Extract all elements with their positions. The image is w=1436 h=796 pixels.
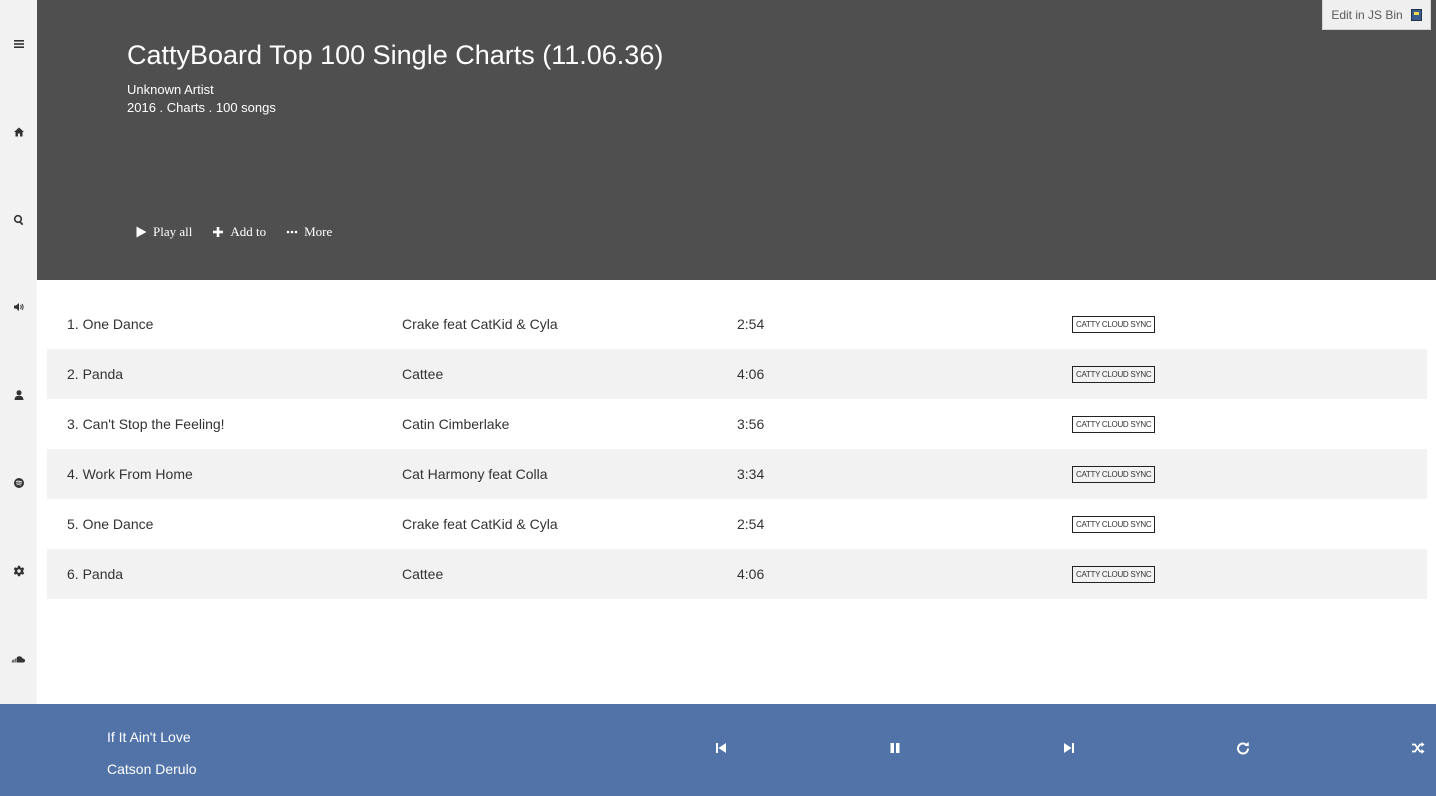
track-duration: 2:54 <box>737 516 765 532</box>
play-all-button[interactable]: Play all <box>135 224 192 240</box>
shuffle-icon[interactable] <box>1411 741 1425 755</box>
edit-in-jsbin-button[interactable]: Edit in JS Bin <box>1322 0 1431 30</box>
track-artist: Cat Harmony feat Colla <box>402 466 548 482</box>
gear-icon[interactable] <box>0 560 37 582</box>
table-row[interactable]: 4. Work From Home Cat Harmony feat Colla… <box>47 449 1427 499</box>
album-header: CattyBoard Top 100 Single Charts (11.06.… <box>37 0 1436 280</box>
album-actions: Play all Add to More <box>135 224 332 240</box>
cloud-sync-badge: CATTY CLOUD SYNC <box>1072 365 1156 383</box>
cloud-sync-badge: CATTY CLOUD SYNC <box>1072 465 1156 483</box>
track-title: 4. Work From Home <box>67 466 193 482</box>
cloud-sync-badge: CATTY CLOUD SYNC <box>1072 415 1156 433</box>
table-row[interactable]: 1. One Dance Crake feat CatKid & Cyla 2:… <box>47 299 1427 349</box>
track-title: 6. Panda <box>67 566 124 582</box>
page-title: CattyBoard Top 100 Single Charts (11.06.… <box>127 40 664 70</box>
jsbin-logo-icon <box>1410 8 1422 21</box>
track-artist: Cattee <box>402 566 444 582</box>
soundcloud-icon[interactable] <box>0 648 37 670</box>
table-row[interactable]: 5. One Dance Crake feat CatKid & Cyla 2:… <box>47 499 1427 549</box>
menu-icon[interactable] <box>0 33 37 55</box>
track-artist: Crake feat CatKid & Cyla <box>402 316 558 332</box>
play-icon <box>136 226 147 238</box>
track-title: 5. One Dance <box>67 516 154 532</box>
user-icon[interactable] <box>0 384 37 406</box>
more-label: More <box>304 224 333 239</box>
cloud-sync-badge: CATTY CLOUD SYNC <box>1072 515 1156 533</box>
track-title: 2. Panda <box>67 366 124 382</box>
ellipsis-icon <box>286 230 298 234</box>
pause-icon[interactable] <box>888 741 902 755</box>
track-duration: 3:56 <box>737 416 765 432</box>
home-icon[interactable] <box>0 121 37 143</box>
add-to-label: Add to <box>230 224 267 239</box>
track-artist: Catin Cimberlake <box>402 416 510 432</box>
sidebar <box>0 0 37 704</box>
jsbin-label: Edit in JS Bin <box>1331 7 1403 22</box>
track-artist: Crake feat CatKid & Cyla <box>402 516 558 532</box>
album-meta: 2016 . Charts . 100 songs <box>127 100 276 115</box>
player-bar: If It Ain't Love Catson Derulo <box>0 704 1436 796</box>
track-duration: 4:06 <box>737 566 765 582</box>
previous-icon[interactable] <box>714 741 728 755</box>
repeat-icon[interactable] <box>1236 741 1250 755</box>
search-icon[interactable] <box>0 209 37 231</box>
cloud-sync-badge: CATTY CLOUD SYNC <box>1072 565 1156 583</box>
add-to-button[interactable]: Add to <box>212 224 266 240</box>
track-title: 1. One Dance <box>67 316 154 332</box>
more-button[interactable]: More <box>286 224 332 240</box>
next-icon[interactable] <box>1062 741 1076 755</box>
volume-icon[interactable] <box>0 296 37 318</box>
now-playing-title: If It Ain't Love <box>107 729 191 745</box>
track-title: 3. Can't Stop the Feeling! <box>67 416 225 432</box>
track-duration: 2:54 <box>737 316 765 332</box>
track-list: 1. One Dance Crake feat CatKid & Cyla 2:… <box>47 299 1427 599</box>
table-row[interactable]: 2. Panda Cattee 4:06 CATTY CLOUD SYNC <box>47 349 1427 399</box>
track-duration: 3:34 <box>737 466 765 482</box>
table-row[interactable]: 6. Panda Cattee 4:06 CATTY CLOUD SYNC <box>47 549 1427 599</box>
table-row[interactable]: 3. Can't Stop the Feeling! Catin Cimberl… <box>47 399 1427 449</box>
play-all-label: Play all <box>153 224 193 239</box>
cloud-sync-badge: CATTY CLOUD SYNC <box>1072 315 1156 333</box>
track-artist: Cattee <box>402 366 444 382</box>
track-duration: 4:06 <box>737 366 765 382</box>
now-playing-artist: Catson Derulo <box>107 761 197 777</box>
album-artist: Unknown Artist <box>127 82 214 97</box>
spotify-icon[interactable] <box>0 472 37 494</box>
plus-icon <box>213 227 224 237</box>
